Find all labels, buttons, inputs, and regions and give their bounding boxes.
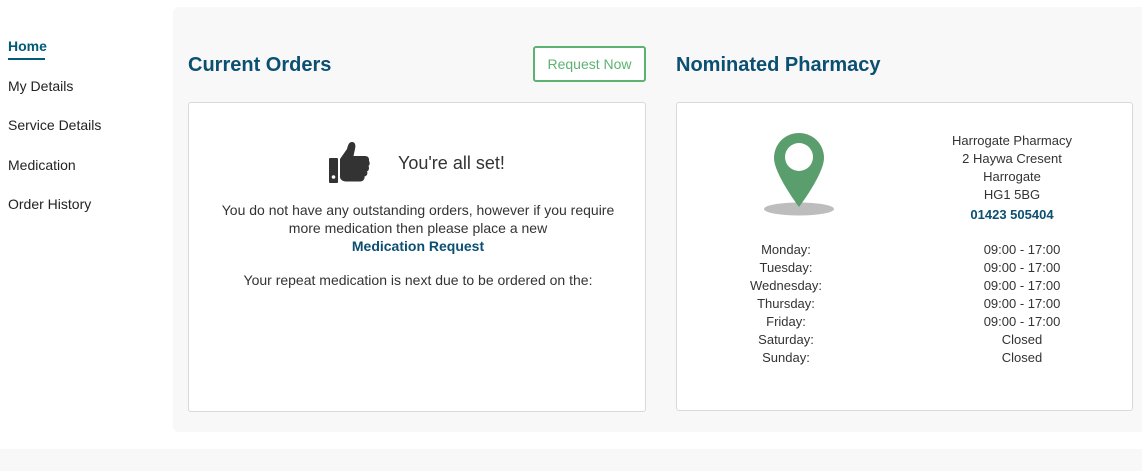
hours-time: 09:00 - 17:00 — [983, 260, 1061, 275]
pharmacy-postcode: HG1 5BG — [983, 187, 1041, 202]
no-orders-message: You do not have any outstanding orders, … — [221, 202, 615, 236]
hours-time: 09:00 - 17:00 — [983, 296, 1061, 311]
hours-day: Saturday: — [758, 332, 814, 347]
nominated-pharmacy-card: Harrogate Pharmacy 2 Haywa Cresent Harro… — [676, 102, 1133, 411]
hours-day: Monday: — [761, 242, 811, 257]
hours-time: 09:00 - 17:00 — [983, 242, 1061, 257]
sidebar-item-label: Order History — [8, 196, 92, 212]
all-set-heading: You're all set! — [398, 153, 505, 173]
nominated-pharmacy-title: Nominated Pharmacy — [676, 54, 881, 76]
pharmacy-address-line: 2 Haywa Cresent — [962, 151, 1062, 166]
thumbs-up-icon — [329, 142, 370, 183]
hours-day: Sunday: — [762, 350, 810, 365]
medication-request-link[interactable]: Medication Request — [209, 238, 627, 254]
current-orders-card: You're all set! You do not have any outs… — [188, 102, 646, 412]
sidebar-item-label: Home — [8, 38, 47, 54]
sidebar-item-service-details[interactable]: Service Details — [8, 117, 101, 133]
active-underline — [8, 58, 45, 60]
sidebar-item-my-details[interactable]: My Details — [8, 78, 73, 94]
hours-time: Closed — [1001, 350, 1043, 365]
footer-band — [0, 449, 1142, 471]
sidebar-item-label: Medication — [8, 157, 76, 173]
opening-hours-row: Friday: 09:00 - 17:00 — [717, 314, 1097, 332]
hours-time: 09:00 - 17:00 — [983, 314, 1061, 329]
hours-time: Closed — [1001, 332, 1043, 347]
sidebar-item-label: Service Details — [8, 117, 102, 133]
hours-day: Tuesday: — [759, 260, 813, 275]
opening-hours-row: Wednesday: 09:00 - 17:00 — [717, 278, 1097, 296]
sidebar-item-home[interactable]: Home — [8, 38, 47, 60]
pharmacy-name: Harrogate Pharmacy — [952, 133, 1072, 148]
sidebar-item-medication[interactable]: Medication — [8, 157, 76, 173]
opening-hours-row: Monday: 09:00 - 17:00 — [717, 242, 1097, 260]
request-now-button[interactable]: Request Now — [533, 46, 646, 82]
hours-day: Friday: — [766, 314, 806, 329]
hours-day: Thursday: — [757, 296, 815, 311]
pharmacy-town: Harrogate — [983, 169, 1041, 184]
sidebar-item-label: My Details — [8, 78, 74, 94]
opening-hours-row: Sunday: Closed — [717, 350, 1097, 368]
sidebar-item-order-history[interactable]: Order History — [8, 196, 91, 212]
hours-time: 09:00 - 17:00 — [983, 278, 1061, 293]
sidebar-nav: Home My Details Service Details Medicati… — [0, 0, 173, 449]
hours-day: Wednesday: — [749, 278, 823, 293]
map-pin-icon — [764, 133, 834, 216]
next-due-text: Your repeat medication is next due to be… — [243, 272, 593, 288]
current-orders-title: Current Orders — [188, 54, 332, 76]
opening-hours-row: Saturday: Closed — [717, 332, 1097, 350]
pharmacy-phone-link[interactable]: 01423 505404 — [932, 207, 1092, 222]
opening-hours-row: Tuesday: 09:00 - 17:00 — [717, 260, 1097, 278]
opening-hours-row: Thursday: 09:00 - 17:00 — [717, 296, 1097, 314]
